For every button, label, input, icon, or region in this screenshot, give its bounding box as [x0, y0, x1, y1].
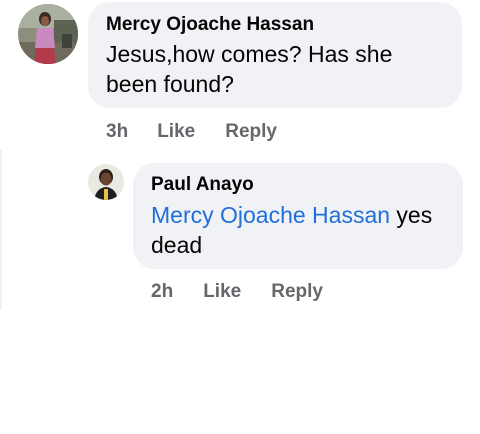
reply-timestamp[interactable]: 2h [151, 280, 173, 304]
comment-text: Jesus,how comes? Has she been found? [106, 41, 393, 97]
mention-link[interactable]: Mercy Ojoache Hassan [151, 202, 390, 228]
reply-bubble: Paul Anayo Mercy Ojoache Hassan yes dead [133, 163, 463, 269]
reply-button[interactable]: Reply [225, 120, 277, 144]
profile-photo-icon [88, 164, 124, 200]
replier-avatar[interactable] [88, 164, 124, 200]
reply-actions: 2h Like Reply [151, 280, 323, 304]
comment-actions: 3h Like Reply [106, 120, 277, 144]
reply-button[interactable]: Reply [271, 280, 323, 304]
reply-author-name[interactable]: Paul Anayo [151, 173, 445, 197]
commenter-avatar[interactable] [18, 4, 78, 64]
comment-timestamp[interactable]: 3h [106, 120, 128, 144]
profile-photo-icon [18, 4, 78, 64]
reply-thread-line [0, 150, 2, 310]
like-button[interactable]: Like [203, 280, 241, 304]
reply-text: Mercy Ojoache Hassan yes dead [151, 200, 445, 260]
comment-bubble: Mercy Ojoache Hassan Jesus,how comes? Ha… [88, 2, 462, 108]
like-button[interactable]: Like [157, 120, 195, 144]
comment-author-name[interactable]: Mercy Ojoache Hassan [106, 13, 444, 37]
